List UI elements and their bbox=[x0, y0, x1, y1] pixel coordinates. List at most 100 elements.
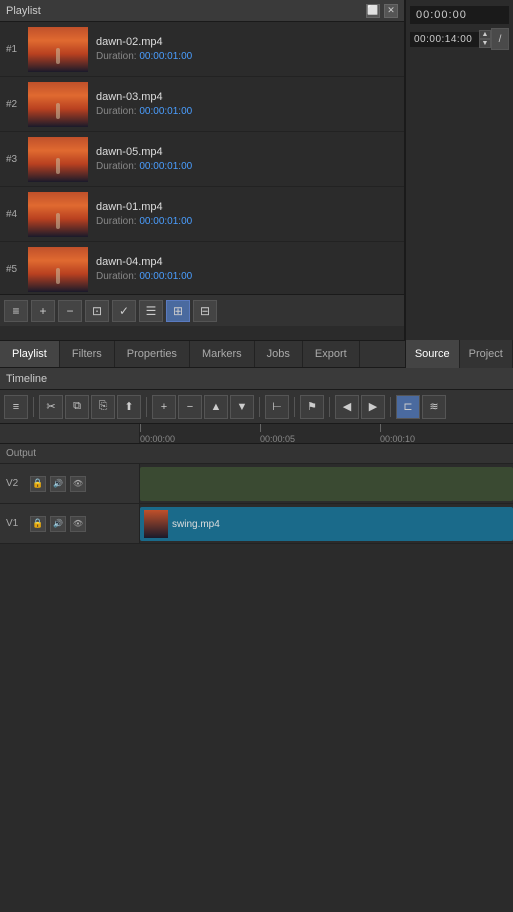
tab-filters[interactable]: Filters bbox=[60, 341, 115, 367]
item-thumbnail bbox=[28, 137, 88, 182]
maximize-btn[interactable]: ⬜ bbox=[366, 4, 380, 18]
track-v1-label: V1 bbox=[6, 518, 26, 529]
ruler-tick bbox=[380, 424, 381, 432]
item-info: dawn-01.mp4 Duration: 00:00:01:00 bbox=[88, 201, 398, 227]
timecode-display-2[interactable]: 00:00:14:00 bbox=[410, 32, 479, 47]
ruler-mark: 00:00:10 bbox=[380, 424, 415, 443]
spin-up[interactable]: ▲ bbox=[479, 30, 491, 39]
track-v2-mute[interactable]: 🔊 bbox=[50, 476, 66, 492]
ruler-tick bbox=[260, 424, 261, 432]
track-v2-content bbox=[140, 464, 513, 503]
close-btn[interactable]: ✕ bbox=[384, 4, 398, 18]
playlist-item[interactable]: #4 dawn-01.mp4 Duration: 00:00:01:00 bbox=[0, 187, 404, 242]
tl-menu-btn[interactable]: ≡ bbox=[4, 395, 28, 419]
item-name: dawn-01.mp4 bbox=[96, 201, 398, 213]
tl-next-btn[interactable]: ▶ bbox=[361, 395, 385, 419]
item-name: dawn-04.mp4 bbox=[96, 256, 398, 268]
tl-copy-btn[interactable]: ⧉ bbox=[65, 395, 89, 419]
tab-properties[interactable]: Properties bbox=[115, 341, 190, 367]
tl-ripple-btn[interactable]: ≋ bbox=[422, 395, 446, 419]
header-controls: ⬜ ✕ bbox=[366, 4, 398, 18]
ruler-mark: 00:00:00 bbox=[140, 424, 175, 443]
duration-value: 00:00:01:00 bbox=[139, 51, 192, 62]
playlist-item[interactable]: #5 dawn-04.mp4 Duration: 00:00:01:00 bbox=[0, 242, 404, 294]
remove-btn[interactable]: − bbox=[58, 300, 82, 322]
tl-down-btn[interactable]: ▼ bbox=[230, 395, 254, 419]
right-panel: 00:00:00 00:00:14:00 ▲ ▼ / bbox=[405, 0, 513, 340]
track-v1-mute[interactable]: 🔊 bbox=[50, 516, 66, 532]
tl-paste-btn[interactable]: ⎘ bbox=[91, 395, 115, 419]
tab-export[interactable]: Export bbox=[303, 341, 360, 367]
tab-project[interactable]: Project bbox=[460, 340, 513, 368]
item-name: dawn-05.mp4 bbox=[96, 146, 398, 158]
ruler-tick bbox=[140, 424, 141, 432]
tl-lift-btn[interactable]: ⬆ bbox=[117, 395, 141, 419]
timecode-separator-btn[interactable]: / bbox=[491, 28, 509, 50]
duration-value: 00:00:01:00 bbox=[139, 216, 192, 227]
playlist-item[interactable]: #2 dawn-03.mp4 Duration: 00:00:01:00 bbox=[0, 77, 404, 132]
tl-remove-btn[interactable]: − bbox=[178, 395, 202, 419]
separator-3 bbox=[259, 397, 260, 417]
tl-flag-btn[interactable]: ⚑ bbox=[300, 395, 324, 419]
playlist-toolbar: ≡ + − ⊡ ✓ ☰ ⊞ ⊟ bbox=[0, 294, 404, 326]
timecode-display-1: 00:00:00 bbox=[410, 6, 509, 24]
timeline-time-area: 00:00:00 00:00:05 00:00:10 bbox=[0, 424, 513, 444]
clip-v2-empty bbox=[140, 467, 513, 501]
item-name: dawn-03.mp4 bbox=[96, 91, 398, 103]
tl-splice-btn[interactable]: ⊢ bbox=[265, 395, 289, 419]
tl-magnet-btn[interactable]: ⊏ bbox=[396, 395, 420, 419]
playlist-item[interactable]: #3 dawn-05.mp4 Duration: 00:00:01:00 bbox=[0, 132, 404, 187]
track-v2-lock[interactable]: 🔒 bbox=[30, 476, 46, 492]
tl-insert-btn[interactable]: + bbox=[152, 395, 176, 419]
tab-playlist[interactable]: Playlist bbox=[0, 341, 60, 367]
track-v1-lock[interactable]: 🔒 bbox=[30, 516, 46, 532]
timeline-tracks: Output V2 🔒 🔊 👁 V1 🔒 🔊 👁 bbox=[0, 444, 513, 544]
item-thumbnail bbox=[28, 247, 88, 292]
item-duration: Duration: 00:00:01:00 bbox=[96, 216, 398, 227]
item-number: #5 bbox=[6, 264, 28, 275]
menu-btn[interactable]: ≡ bbox=[4, 300, 28, 322]
ruler-mark: 00:00:05 bbox=[260, 424, 295, 443]
tl-up-btn[interactable]: ▲ bbox=[204, 395, 228, 419]
clip-name: swing.mp4 bbox=[172, 519, 220, 530]
separator-6 bbox=[390, 397, 391, 417]
duration-value: 00:00:01:00 bbox=[139, 161, 192, 172]
list-view-btn[interactable]: ⊞ bbox=[166, 300, 190, 322]
playlist-title: Playlist bbox=[6, 5, 41, 17]
time-track-spacer bbox=[0, 424, 140, 443]
track-v2-controls: V2 🔒 🔊 👁 bbox=[0, 464, 140, 503]
timeline-toolbar: ≡ ✂ ⧉ ⎘ ⬆ + − ▲ ▼ ⊢ ⚑ ◀ ▶ ⊏ ≋ bbox=[0, 390, 513, 424]
track-v1-content[interactable]: swing.mp4 bbox=[140, 504, 513, 543]
timeline-panel: Timeline ≡ ✂ ⧉ ⎘ ⬆ + − ▲ ▼ ⊢ ⚑ ◀ ▶ ⊏ ≋ 0… bbox=[0, 368, 513, 912]
tl-cut-btn[interactable]: ✂ bbox=[39, 395, 63, 419]
playlist-header: Playlist ⬜ ✕ bbox=[0, 0, 404, 22]
add-btn[interactable]: + bbox=[31, 300, 55, 322]
playlist-item[interactable]: #1 dawn-02.mp4 Duration: 00:00:01:00 bbox=[0, 22, 404, 77]
clip-v1[interactable]: swing.mp4 bbox=[140, 507, 513, 541]
tab-jobs[interactable]: Jobs bbox=[255, 341, 303, 367]
item-name: dawn-02.mp4 bbox=[96, 36, 398, 48]
playlist-list: #1 dawn-02.mp4 Duration: 00:00:01:00 #2 … bbox=[0, 22, 404, 294]
clip-thumbnail bbox=[144, 510, 168, 538]
open-btn[interactable]: ⊡ bbox=[85, 300, 109, 322]
grid-view-btn[interactable]: ⊟ bbox=[193, 300, 217, 322]
track-v2-eye[interactable]: 👁 bbox=[70, 476, 86, 492]
item-number: #4 bbox=[6, 209, 28, 220]
item-number: #1 bbox=[6, 44, 28, 55]
right-tabs: Source Project bbox=[405, 340, 513, 368]
item-thumbnail bbox=[28, 192, 88, 237]
check-btn[interactable]: ✓ bbox=[112, 300, 136, 322]
item-duration: Duration: 00:00:01:00 bbox=[96, 271, 398, 282]
tab-source[interactable]: Source bbox=[406, 340, 460, 368]
track-v1-eye[interactable]: 👁 bbox=[70, 516, 86, 532]
track-v2-row: V2 🔒 🔊 👁 bbox=[0, 464, 513, 504]
tl-prev-btn[interactable]: ◀ bbox=[335, 395, 359, 419]
spin-down[interactable]: ▼ bbox=[479, 39, 491, 48]
details-btn[interactable]: ☰ bbox=[139, 300, 163, 322]
item-thumbnail bbox=[28, 82, 88, 127]
tab-markers[interactable]: Markers bbox=[190, 341, 255, 367]
duration-value: 00:00:01:00 bbox=[139, 271, 192, 282]
item-info: dawn-03.mp4 Duration: 00:00:01:00 bbox=[88, 91, 398, 117]
item-duration: Duration: 00:00:01:00 bbox=[96, 51, 398, 62]
track-v1-row: V1 🔒 🔊 👁 swing.mp4 bbox=[0, 504, 513, 544]
